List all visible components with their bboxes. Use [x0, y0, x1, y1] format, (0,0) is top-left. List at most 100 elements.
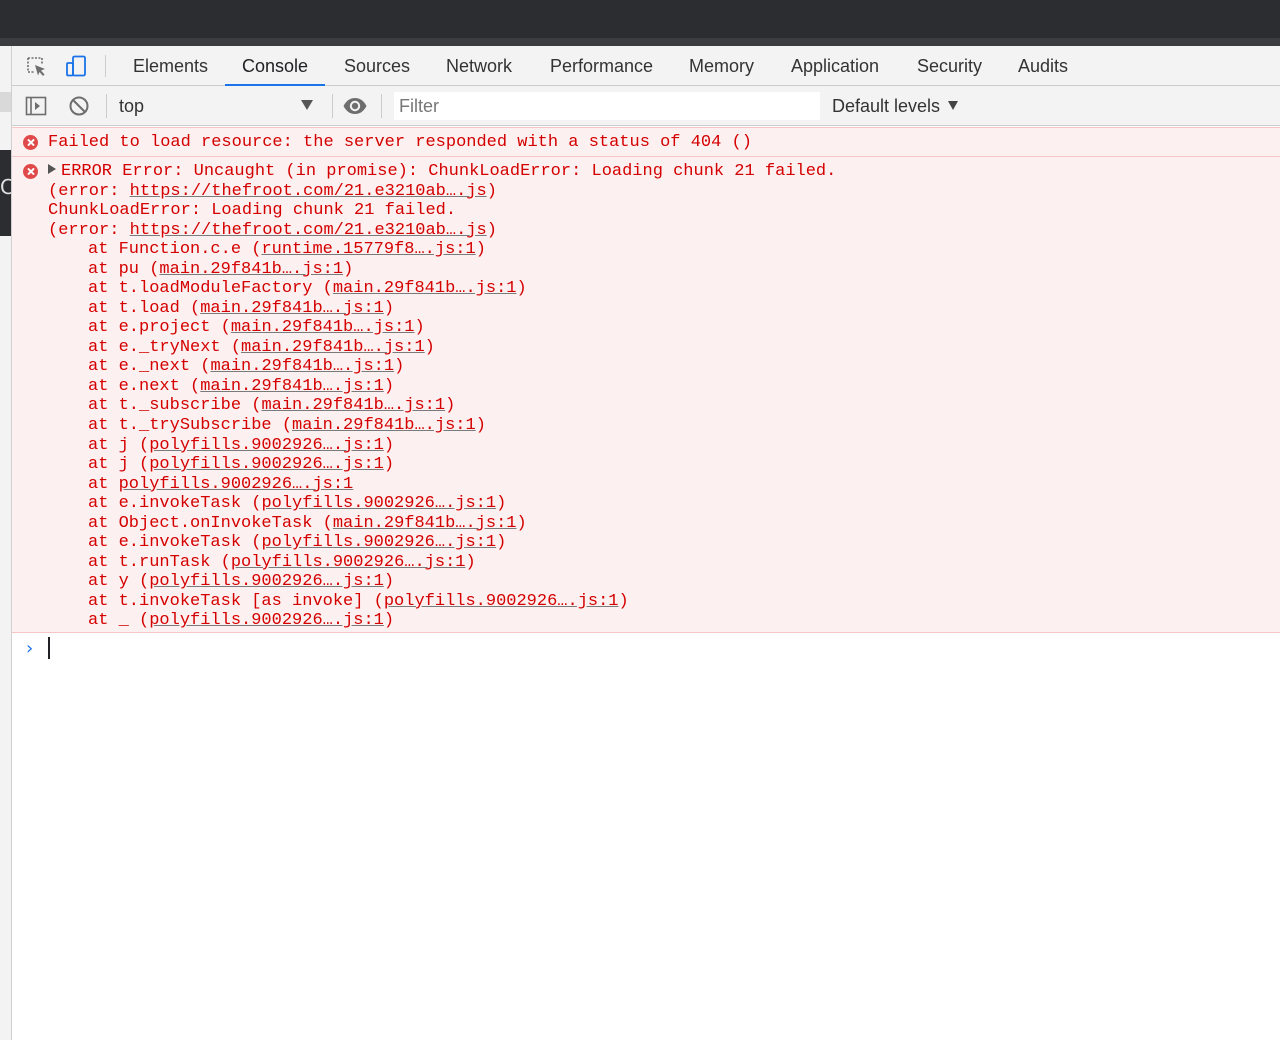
tab-memory[interactable]: Memory: [672, 46, 771, 86]
stack-frame-function: t.invokeTask [as invoke]: [118, 591, 374, 611]
source-link[interactable]: main.29f841b….js:1: [210, 357, 394, 376]
source-link[interactable]: polyfills.9002926….js:1: [384, 592, 619, 611]
stack-frame: at e._tryNext (main.29f841b….js:1): [88, 338, 435, 358]
paren-open: (: [251, 533, 262, 553]
tab-sources[interactable]: Sources: [327, 46, 427, 86]
log-levels-label: Default levels: [832, 96, 941, 116]
stack-frame-at: at: [88, 494, 119, 514]
stack-frame: at y (polyfills.9002926….js:1): [88, 572, 394, 592]
stack-frame: at j (polyfills.9002926….js:1): [88, 436, 394, 456]
stack-frame-at: at: [88, 415, 119, 435]
paren-open: (: [251, 494, 262, 514]
paren-close: ): [383, 455, 395, 475]
stack-frame-at: at: [88, 337, 119, 357]
error-header-text: ERROR Error: Uncaught (in promise): Chun…: [61, 162, 837, 181]
console-input-cursor[interactable]: [48, 637, 50, 659]
paren-open: (: [200, 357, 211, 377]
paren-close: ): [618, 591, 629, 611]
stack-frame: at j (polyfills.9002926….js:1): [88, 455, 394, 475]
paren-close: ): [445, 396, 456, 416]
stack-frame-at: at: [88, 279, 119, 299]
tab-application[interactable]: Application: [774, 46, 896, 86]
paren-open: (: [139, 435, 150, 455]
live-expression-icon[interactable]: [342, 95, 367, 117]
paren-open: (: [322, 513, 333, 533]
error-prefix: (error:: [48, 181, 130, 201]
tab-elements[interactable]: Elements: [116, 46, 225, 86]
browser-top-bar: [0, 0, 1280, 46]
paren-close: ): [394, 357, 405, 377]
console-message: ERROR Error: Uncaught (in promise): Chun…: [12, 157, 1280, 633]
stack-frame-at: at: [88, 357, 119, 377]
paren-open: (: [230, 337, 242, 357]
device-toolbar-icon[interactable]: [65, 55, 87, 77]
toolbar-divider: [381, 94, 382, 118]
stack-frame: at e.invokeTask (polyfills.9002926….js:1…: [88, 494, 506, 514]
source-link[interactable]: polyfills.9002926….js:1: [149, 455, 384, 474]
source-link[interactable]: main.29f841b….js:1: [241, 338, 425, 357]
source-link[interactable]: runtime.15779f8….js:1: [261, 240, 475, 259]
tab-performance[interactable]: Performance: [533, 46, 670, 86]
stack-frame-at: at: [88, 318, 119, 338]
paren-open: (: [139, 572, 150, 592]
stack-frame-at: at: [88, 298, 119, 318]
paren-close: ): [414, 318, 425, 338]
paren-open: (: [190, 298, 201, 318]
source-link[interactable]: polyfills.9002926….js:1: [231, 553, 466, 572]
source-link[interactable]: polyfills.9002926….js:1: [149, 436, 384, 455]
source-link[interactable]: polyfills.9002926….js:1: [149, 611, 384, 630]
paren-open: (: [281, 415, 293, 435]
source-link[interactable]: main.29f841b….js:1: [200, 377, 384, 396]
inspect-element-icon[interactable]: [25, 55, 47, 77]
source-link[interactable]: polyfills.9002926….js:1: [261, 494, 496, 513]
stack-frame: at e._next (main.29f841b….js:1): [88, 357, 404, 377]
console-message-header[interactable]: ERROR Error: Uncaught (in promise): Chun…: [48, 162, 836, 182]
stack-frame: at t.invokeTask [as invoke] (polyfills.9…: [88, 592, 629, 612]
paren-close: ): [475, 240, 486, 259]
paren-close: ): [496, 533, 507, 553]
paren-close: ): [516, 279, 527, 299]
stack-frame-function: Object.onInvokeTask: [118, 513, 323, 533]
tab-console[interactable]: Console: [225, 46, 326, 86]
source-link[interactable]: main.29f841b….js:1: [231, 318, 415, 337]
tab-network[interactable]: Network: [429, 46, 529, 86]
source-link[interactable]: polyfills.9002926….js:1: [119, 475, 354, 494]
stack-frame: at polyfills.9002926….js:1: [88, 475, 353, 495]
context-select[interactable]: top: [108, 91, 328, 121]
paren-open: (: [149, 259, 160, 279]
chevron-down-icon[interactable]: [301, 100, 313, 110]
source-link[interactable]: https://thefroot.com/21.e3210ab….js: [130, 221, 487, 240]
stack-frame-at: at: [88, 474, 119, 494]
source-link[interactable]: main.29f841b….js:1: [261, 396, 445, 415]
show-sidebar-icon[interactable]: [25, 95, 47, 117]
expand-triangle-icon[interactable]: [48, 164, 56, 174]
source-link[interactable]: main.29f841b….js:1: [200, 299, 384, 318]
paren-open: (: [139, 611, 150, 631]
stack-frame-function: t.loadModuleFactory: [118, 279, 323, 299]
stack-frame-function: e.project: [118, 318, 221, 338]
paren-close: ): [465, 552, 476, 572]
paren-open: (: [251, 396, 262, 416]
filter-input[interactable]: [394, 92, 820, 120]
source-link[interactable]: main.29f841b….js:1: [159, 260, 343, 279]
paren-open: (: [373, 591, 384, 611]
paren-open: (: [220, 318, 231, 338]
source-link[interactable]: main.29f841b….js:1: [333, 279, 517, 298]
paren-close: ): [475, 415, 486, 435]
clear-console-icon[interactable]: [68, 95, 90, 117]
source-link[interactable]: https://thefroot.com/21.e3210ab….js: [130, 182, 487, 201]
log-levels-dropdown[interactable]: Default levels: [832, 91, 959, 121]
source-link[interactable]: main.29f841b….js:1: [292, 416, 476, 435]
paren-open: (: [220, 552, 231, 572]
stack-frame-function: j: [118, 455, 140, 475]
error-suffix: ): [486, 181, 497, 201]
tab-security[interactable]: Security: [900, 46, 999, 86]
source-link[interactable]: polyfills.9002926….js:1: [149, 572, 384, 591]
toolbar-divider: [106, 94, 107, 118]
source-link[interactable]: polyfills.9002926….js:1: [261, 533, 496, 552]
paren-open: (: [322, 279, 333, 299]
source-link[interactable]: main.29f841b….js:1: [333, 514, 517, 533]
stack-frame: at e.invokeTask (polyfills.9002926….js:1…: [88, 533, 506, 553]
error-source-line: (error: https://thefroot.com/21.e3210ab……: [48, 182, 497, 202]
tab-audits[interactable]: Audits: [1001, 46, 1085, 86]
